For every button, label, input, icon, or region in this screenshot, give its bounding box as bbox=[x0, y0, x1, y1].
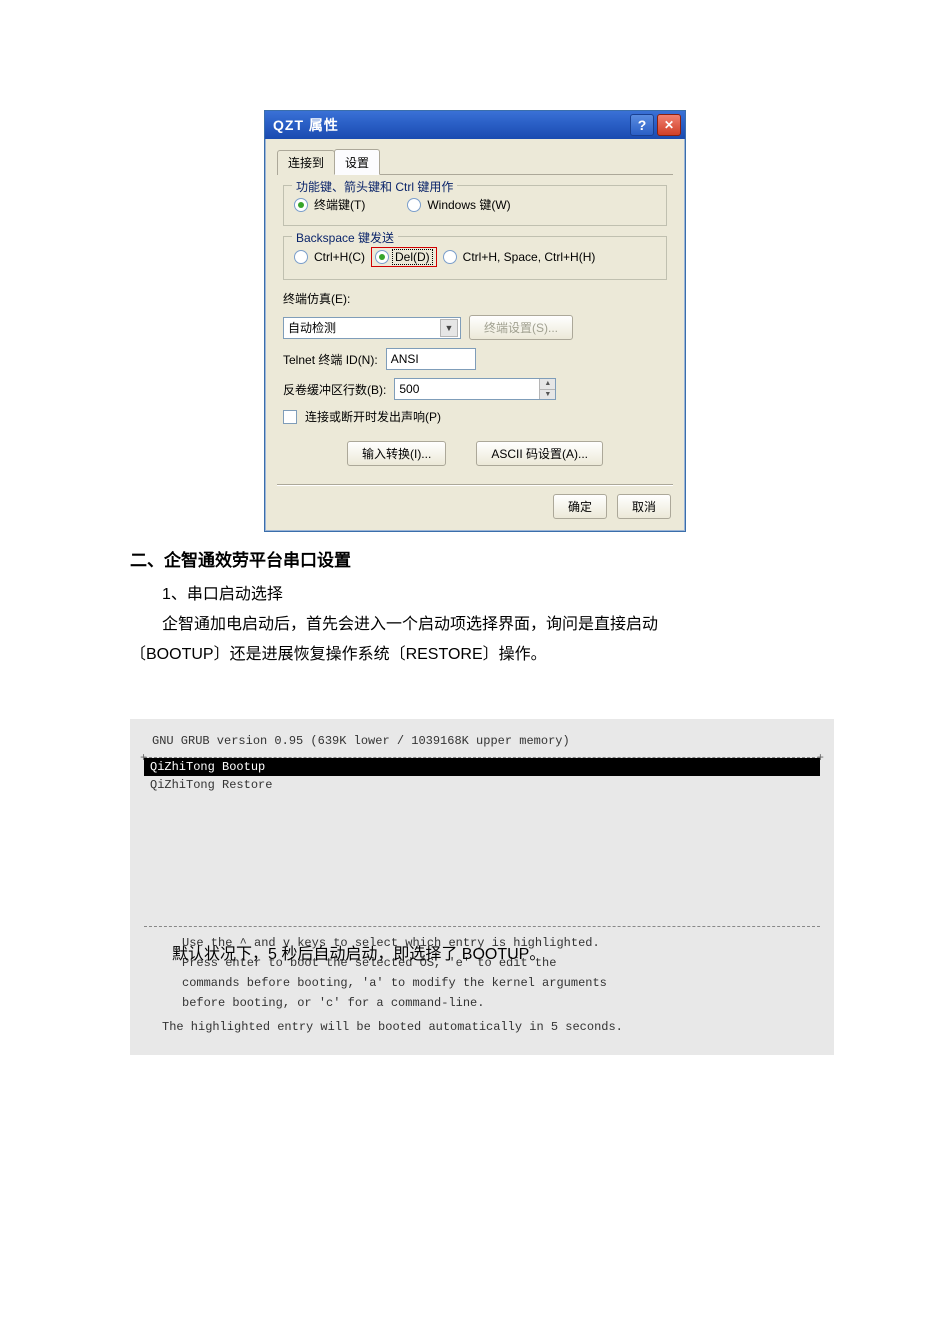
radio-terminal-keys-label: 终端键(T) bbox=[314, 196, 365, 213]
titlebar: QZT 属性 ? bbox=[265, 111, 685, 139]
qzt-properties-dialog: QZT 属性 ? 连接到 设置 功能键、箭头键和 Ctrl 键用作 终端键(T)… bbox=[264, 110, 686, 532]
grub-entry-restore[interactable]: QiZhiTong Restore bbox=[144, 776, 820, 794]
del-option-highlight: Del(D) bbox=[371, 247, 437, 267]
grub-menu-box: QiZhiTong Bootup QiZhiTong Restore bbox=[144, 757, 820, 927]
terminal-settings-button[interactable]: 终端设置(S)... bbox=[469, 315, 573, 340]
group-function-keys: 功能键、箭头键和 Ctrl 键用作 终端键(T) Windows 键(W) bbox=[283, 185, 667, 226]
close-button[interactable] bbox=[657, 114, 681, 136]
emulation-select[interactable]: 自动检测 ▼ bbox=[283, 317, 461, 339]
chevron-down-icon: ▼ bbox=[440, 319, 458, 337]
radio-ctrlh[interactable] bbox=[294, 250, 308, 264]
ascii-settings-button[interactable]: ASCII 码设置(A)... bbox=[476, 441, 603, 466]
scrollback-label: 反卷缓冲区行数(B): bbox=[283, 381, 386, 398]
sound-checkbox[interactable] bbox=[283, 410, 297, 424]
group-backspace-legend: Backspace 键发送 bbox=[292, 229, 398, 246]
emulation-label: 终端仿真(E): bbox=[283, 290, 350, 307]
group-function-keys-legend: 功能键、箭头键和 Ctrl 键用作 bbox=[292, 178, 457, 195]
ok-button[interactable]: 确定 bbox=[553, 494, 607, 519]
cancel-button[interactable]: 取消 bbox=[617, 494, 671, 519]
input-translate-button[interactable]: 输入转换(I)... bbox=[347, 441, 446, 466]
grub-hint-1: Use the ^ and v keys to select which ent… bbox=[142, 933, 822, 953]
section-heading: 二、企智通效劳平台串口设置 bbox=[130, 546, 820, 571]
doc-paragraph-line1: 企智通加电启动后，首先会进入一个启动项选择界面，询问是直接启动 bbox=[130, 611, 820, 639]
telnet-id-label: Telnet 终端 ID(N): bbox=[283, 351, 378, 368]
radio-windows-keys[interactable] bbox=[407, 198, 421, 212]
doc-subheading-1: 1、串口启动选择 bbox=[130, 581, 820, 609]
tab-connect[interactable]: 连接到 bbox=[277, 150, 335, 175]
grub-screenshot: GNU GRUB version 0.95 (639K lower / 1039… bbox=[130, 719, 834, 1055]
radio-ctrlh-space-label: Ctrl+H, Space, Ctrl+H(H) bbox=[463, 250, 596, 264]
scrollback-spinner[interactable]: 500 ▲▼ bbox=[394, 378, 556, 400]
grub-hint-2: Press enter to boot the selected OS, 'e'… bbox=[142, 953, 822, 973]
grub-auto-boot: The highlighted entry will be booted aut… bbox=[142, 1013, 822, 1037]
grub-entry-bootup[interactable]: QiZhiTong Bootup bbox=[144, 758, 820, 776]
grub-header: GNU GRUB version 0.95 (639K lower / 1039… bbox=[142, 729, 822, 755]
telnet-id-input[interactable]: ANSI bbox=[386, 348, 476, 370]
spinner-arrows[interactable]: ▲▼ bbox=[539, 379, 555, 399]
sound-checkbox-label: 连接或断开时发出声响(P) bbox=[305, 408, 441, 425]
dialog-title: QZT 属性 bbox=[273, 115, 339, 135]
radio-ctrlh-label: Ctrl+H(C) bbox=[314, 250, 365, 264]
group-backspace: Backspace 键发送 Ctrl+H(C) Del(D) Ctrl+H, S… bbox=[283, 236, 667, 280]
radio-terminal-keys[interactable] bbox=[294, 198, 308, 212]
tab-strip: 连接到 设置 bbox=[277, 149, 673, 175]
radio-windows-keys-label: Windows 键(W) bbox=[427, 196, 510, 213]
doc-paragraph-line2: 〔BOOTUP〕还是进展恢复操作系统〔RESTORE〕操作。 bbox=[130, 641, 820, 669]
grub-hint-3: commands before booting, 'a' to modify t… bbox=[142, 973, 822, 993]
radio-ctrlh-space[interactable] bbox=[443, 250, 457, 264]
tab-settings[interactable]: 设置 bbox=[334, 149, 380, 175]
radio-del-label: Del(D) bbox=[392, 249, 433, 265]
help-button[interactable]: ? bbox=[630, 114, 654, 136]
radio-del[interactable] bbox=[375, 250, 389, 264]
emulation-select-value: 自动检测 bbox=[288, 319, 336, 336]
grub-hint-4: before booting, or 'c' for a command-lin… bbox=[142, 993, 822, 1013]
